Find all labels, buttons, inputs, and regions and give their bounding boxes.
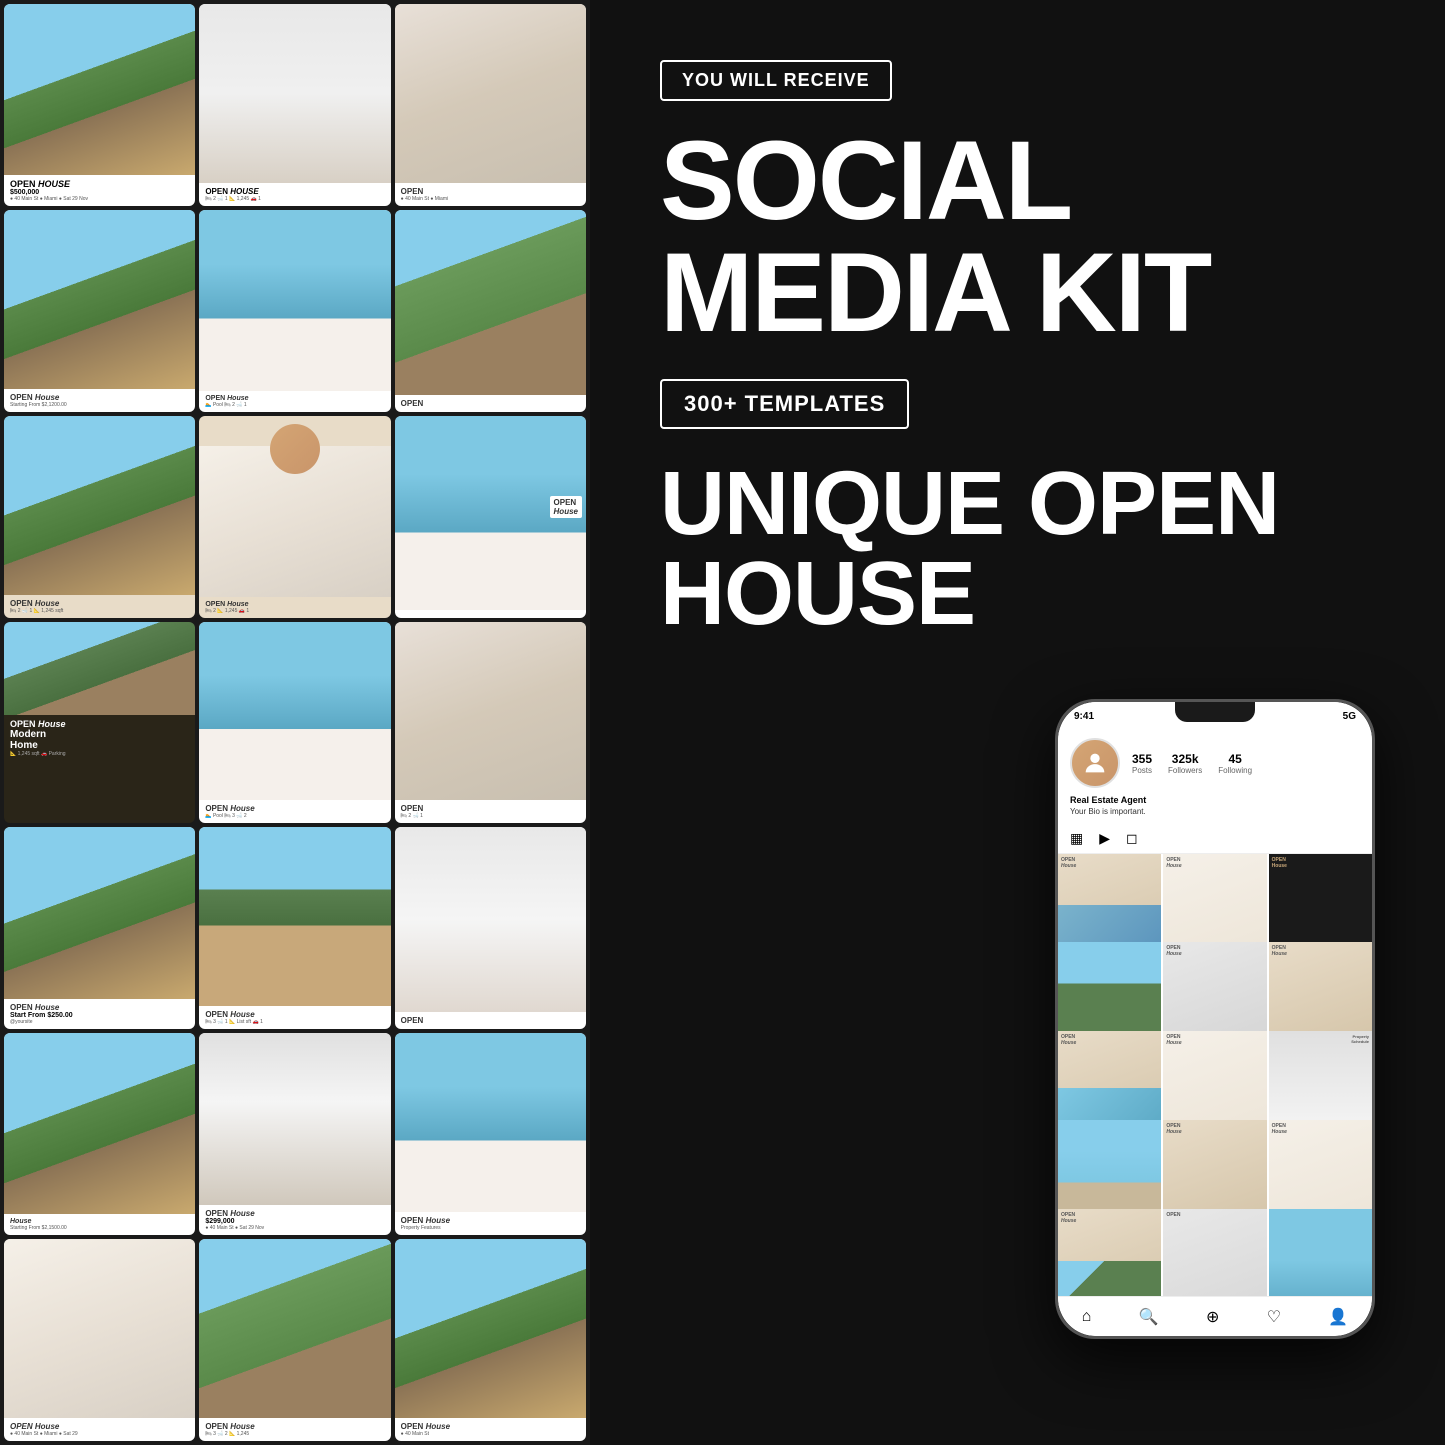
grid-cell: OPENHouse [1269, 942, 1372, 1045]
template-card: House Starting From $2,1500.00 [4, 1033, 195, 1235]
add-icon: ⊕ [1206, 1307, 1219, 1327]
search-icon: 🔍 [1139, 1307, 1159, 1327]
phone-avatar-row: 355 Posts 325k Followers 45 Following [1070, 738, 1360, 788]
phone-stat-following: 45 Following [1218, 752, 1252, 775]
templates-badge: 300+ TEMPLATES [660, 379, 909, 429]
phone-signal: 5G [1343, 711, 1356, 722]
template-card: OPEN House Starting From $2,1200.00 [4, 210, 195, 412]
template-card: OPEN ● 40 Main St ● Miami [395, 4, 586, 206]
grid-cell: OPENHouse [1163, 1120, 1266, 1223]
video-icon: ▶ [1099, 830, 1110, 847]
you-will-receive-badge: YOU WILL RECEIVE [660, 60, 892, 101]
phone-bottom-bar: ⌂ 🔍 ⊕ ♡ 👤 [1058, 1296, 1372, 1336]
phone-notch [1175, 702, 1255, 722]
grid-cell: OPEN [1269, 1209, 1372, 1296]
grid-cell: OPENHouse [1058, 942, 1161, 1045]
template-card: OPEN House 🛏 2 📐 1,245 🚗 1 [199, 416, 390, 618]
grid-icon: ▦ [1070, 830, 1083, 847]
grid-cell: OPEN [1163, 1209, 1266, 1296]
template-card: OPEN House ● 40 Main St ● Miami ● Sat 29 [4, 1239, 195, 1441]
template-card: OPEN House 🏊 Pool 🛏 3 🛁 2 [199, 622, 390, 824]
template-card: OPEN [395, 210, 586, 412]
followers-label: Followers [1168, 766, 1202, 775]
following-count: 45 [1228, 752, 1241, 766]
heart-icon: ♡ [1267, 1307, 1281, 1327]
avatar [1070, 738, 1120, 788]
template-card: OPEN House ModernHome 📐 1,245 sqft 🚗 Par… [4, 622, 195, 824]
grid-cell: OPENHouse [1163, 854, 1266, 957]
template-card: OPEN House $500,000 ● 40 Main St ● Miami… [4, 4, 195, 206]
template-card: OPEN House Start From $250.00 @yoursite [4, 827, 195, 1029]
phone-screen: 9:41 5G [1058, 702, 1372, 1336]
template-card: OPEN House ● 40 Main St [395, 1239, 586, 1441]
grid-cell: PropertySchedule [1269, 1031, 1372, 1134]
grid-cell: OPENHouse [1269, 1120, 1372, 1223]
home-icon: ⌂ [1082, 1308, 1092, 1326]
phone-profile-section: 355 Posts 325k Followers 45 Following [1058, 730, 1372, 824]
template-card: OPEN 🛏 2 🛁 1 [395, 622, 586, 824]
template-card: OPEN House $299,000 ● 40 Main St ● Sat 2… [199, 1033, 390, 1235]
phone-stats: 355 Posts 325k Followers 45 Following [1132, 752, 1360, 775]
phone-mockup: 9:41 5G [1055, 699, 1375, 1339]
phone-mockup-container: 9:41 5G [660, 699, 1375, 1339]
grid-cell: OPENHouse [1058, 854, 1161, 957]
grid-cell: OPENHouse [1058, 1031, 1161, 1134]
grid-cell: OPENHouse [1269, 854, 1372, 957]
grid-cell: OPENHouse [1163, 942, 1266, 1045]
posts-label: Posts [1132, 766, 1152, 775]
sub-title: UNIQUE OPEN HOUSE [660, 459, 1279, 639]
template-card: OPEN House 🛏 3 🛁 1 📐 List sft 🚗 1 [199, 827, 390, 1029]
template-card: OPEN House Property Features [395, 1033, 586, 1235]
template-grid: OPEN House $500,000 ● 40 Main St ● Miami… [0, 0, 590, 1445]
phone-post-grid: OPENHouse OPENHouse OPENHouse OPENHouse [1058, 854, 1372, 1296]
tag-icon: ◻ [1126, 830, 1138, 847]
profile-icon: 👤 [1328, 1307, 1348, 1327]
phone-stat-followers: 325k Followers [1168, 752, 1202, 775]
template-card: OPENHouse [395, 416, 586, 618]
grid-cell: OPENHouse [1163, 1031, 1266, 1134]
posts-count: 355 [1132, 752, 1152, 766]
following-label: Following [1218, 766, 1252, 775]
template-card: OPEN House 🛏 2 🛁 1 📐 1,245 🚗 1 [199, 4, 390, 206]
main-title: SOCIAL MEDIA KIT [660, 125, 1210, 349]
phone-time: 9:41 [1074, 711, 1094, 722]
phone-username: Real Estate Agent [1070, 794, 1360, 807]
template-card: OPEN [395, 827, 586, 1029]
right-panel: YOU WILL RECEIVE SOCIAL MEDIA KIT 300+ T… [590, 0, 1445, 1445]
grid-cell: OPENHouse [1058, 1209, 1161, 1296]
followers-count: 325k [1172, 752, 1199, 766]
phone-bio: Your Bio is important. [1070, 807, 1360, 816]
phone-grid-icons: ▦ ▶ ◻ [1058, 824, 1372, 854]
template-card: OPEN House 🛏 2 🛁 1 📐 1,245 sqft [4, 416, 195, 618]
phone-stat-posts: 355 Posts [1132, 752, 1152, 775]
template-card: OPEN House 🛏 3 🛁 2 📐 1,245 [199, 1239, 390, 1441]
template-card: OPEN House 🏊 Pool 🛏 2 🛁 1 [199, 210, 390, 412]
grid-cell: OPENHouse [1058, 1120, 1161, 1223]
